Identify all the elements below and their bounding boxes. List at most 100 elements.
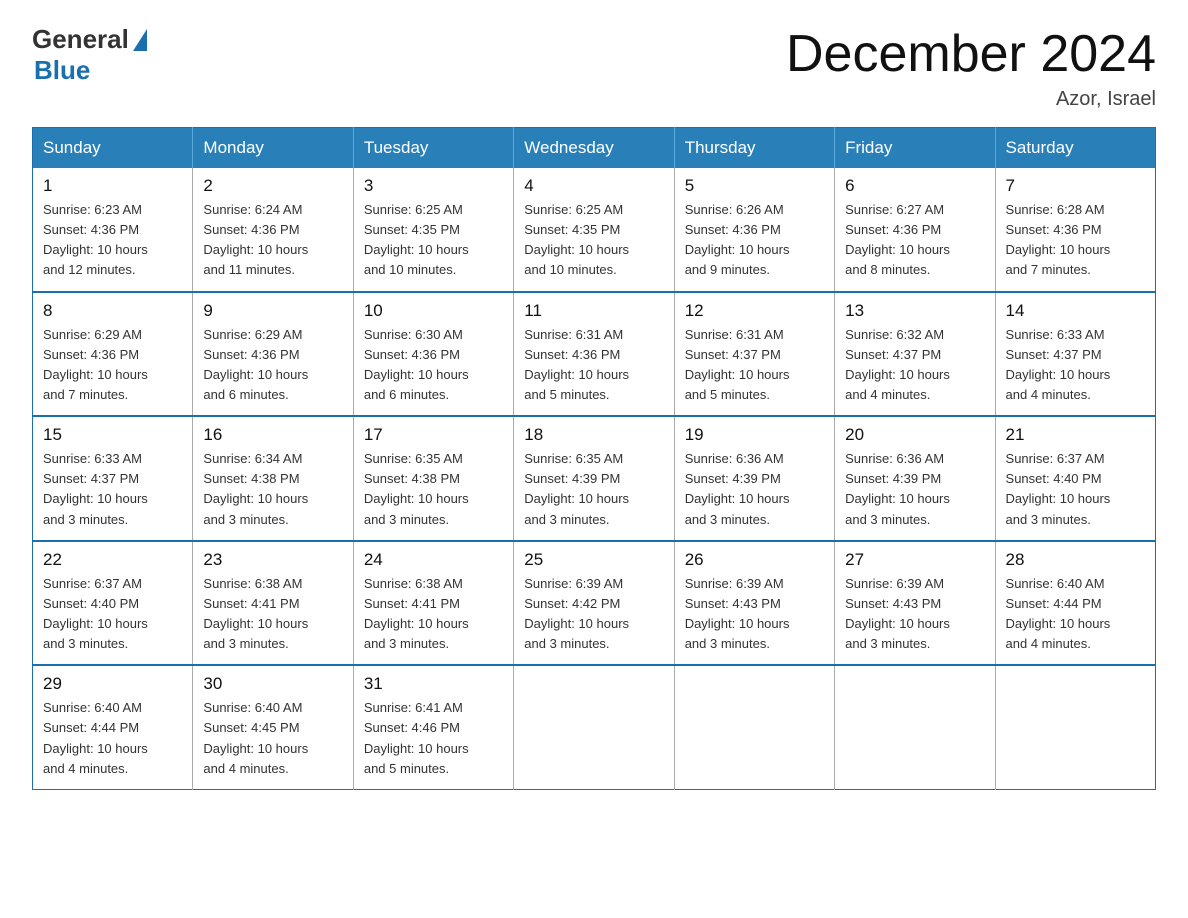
day-number: 16: [203, 425, 342, 445]
day-number: 1: [43, 176, 182, 196]
logo-text-general: General: [32, 24, 129, 55]
day-number: 26: [685, 550, 824, 570]
day-info: Sunrise: 6:32 AM Sunset: 4:37 PM Dayligh…: [845, 325, 984, 406]
day-info: Sunrise: 6:39 AM Sunset: 4:43 PM Dayligh…: [685, 574, 824, 655]
day-info: Sunrise: 6:25 AM Sunset: 4:35 PM Dayligh…: [364, 200, 503, 281]
column-header-wednesday: Wednesday: [514, 128, 674, 169]
column-header-saturday: Saturday: [995, 128, 1155, 169]
day-info: Sunrise: 6:38 AM Sunset: 4:41 PM Dayligh…: [203, 574, 342, 655]
day-number: 10: [364, 301, 503, 321]
location: Azor, Israel: [786, 88, 1156, 111]
calendar-cell: 10 Sunrise: 6:30 AM Sunset: 4:36 PM Dayl…: [353, 292, 513, 417]
day-number: 19: [685, 425, 824, 445]
calendar-cell: 15 Sunrise: 6:33 AM Sunset: 4:37 PM Dayl…: [33, 416, 193, 541]
calendar-week-row: 29 Sunrise: 6:40 AM Sunset: 4:44 PM Dayl…: [33, 665, 1156, 789]
day-number: 12: [685, 301, 824, 321]
calendar-cell: 20 Sunrise: 6:36 AM Sunset: 4:39 PM Dayl…: [835, 416, 995, 541]
calendar-week-row: 22 Sunrise: 6:37 AM Sunset: 4:40 PM Dayl…: [33, 541, 1156, 666]
day-number: 5: [685, 176, 824, 196]
day-number: 20: [845, 425, 984, 445]
calendar-week-row: 15 Sunrise: 6:33 AM Sunset: 4:37 PM Dayl…: [33, 416, 1156, 541]
calendar-cell: 17 Sunrise: 6:35 AM Sunset: 4:38 PM Dayl…: [353, 416, 513, 541]
column-header-sunday: Sunday: [33, 128, 193, 169]
day-number: 7: [1006, 176, 1145, 196]
day-number: 28: [1006, 550, 1145, 570]
day-info: Sunrise: 6:29 AM Sunset: 4:36 PM Dayligh…: [203, 325, 342, 406]
day-info: Sunrise: 6:33 AM Sunset: 4:37 PM Dayligh…: [1006, 325, 1145, 406]
day-number: 2: [203, 176, 342, 196]
day-number: 6: [845, 176, 984, 196]
calendar-cell: 2 Sunrise: 6:24 AM Sunset: 4:36 PM Dayli…: [193, 168, 353, 292]
calendar-cell: 11 Sunrise: 6:31 AM Sunset: 4:36 PM Dayl…: [514, 292, 674, 417]
calendar-cell: 25 Sunrise: 6:39 AM Sunset: 4:42 PM Dayl…: [514, 541, 674, 666]
calendar-week-row: 8 Sunrise: 6:29 AM Sunset: 4:36 PM Dayli…: [33, 292, 1156, 417]
calendar-cell: 9 Sunrise: 6:29 AM Sunset: 4:36 PM Dayli…: [193, 292, 353, 417]
day-info: Sunrise: 6:29 AM Sunset: 4:36 PM Dayligh…: [43, 325, 182, 406]
day-info: Sunrise: 6:25 AM Sunset: 4:35 PM Dayligh…: [524, 200, 663, 281]
day-info: Sunrise: 6:33 AM Sunset: 4:37 PM Dayligh…: [43, 449, 182, 530]
calendar-cell: 22 Sunrise: 6:37 AM Sunset: 4:40 PM Dayl…: [33, 541, 193, 666]
day-number: 17: [364, 425, 503, 445]
calendar-header-row: SundayMondayTuesdayWednesdayThursdayFrid…: [33, 128, 1156, 169]
logo: General Blue: [32, 24, 147, 86]
calendar-cell: [835, 665, 995, 789]
day-info: Sunrise: 6:39 AM Sunset: 4:43 PM Dayligh…: [845, 574, 984, 655]
month-title: December 2024: [786, 24, 1156, 84]
day-info: Sunrise: 6:26 AM Sunset: 4:36 PM Dayligh…: [685, 200, 824, 281]
day-number: 31: [364, 674, 503, 694]
calendar-cell: 3 Sunrise: 6:25 AM Sunset: 4:35 PM Dayli…: [353, 168, 513, 292]
calendar-cell: 21 Sunrise: 6:37 AM Sunset: 4:40 PM Dayl…: [995, 416, 1155, 541]
calendar-cell: 30 Sunrise: 6:40 AM Sunset: 4:45 PM Dayl…: [193, 665, 353, 789]
day-number: 9: [203, 301, 342, 321]
calendar-cell: 23 Sunrise: 6:38 AM Sunset: 4:41 PM Dayl…: [193, 541, 353, 666]
calendar-cell: 4 Sunrise: 6:25 AM Sunset: 4:35 PM Dayli…: [514, 168, 674, 292]
day-info: Sunrise: 6:31 AM Sunset: 4:36 PM Dayligh…: [524, 325, 663, 406]
day-info: Sunrise: 6:40 AM Sunset: 4:44 PM Dayligh…: [43, 698, 182, 779]
day-info: Sunrise: 6:41 AM Sunset: 4:46 PM Dayligh…: [364, 698, 503, 779]
day-info: Sunrise: 6:38 AM Sunset: 4:41 PM Dayligh…: [364, 574, 503, 655]
calendar-cell: [674, 665, 834, 789]
day-info: Sunrise: 6:35 AM Sunset: 4:38 PM Dayligh…: [364, 449, 503, 530]
day-info: Sunrise: 6:23 AM Sunset: 4:36 PM Dayligh…: [43, 200, 182, 281]
column-header-monday: Monday: [193, 128, 353, 169]
calendar-cell: 6 Sunrise: 6:27 AM Sunset: 4:36 PM Dayli…: [835, 168, 995, 292]
day-number: 29: [43, 674, 182, 694]
day-number: 8: [43, 301, 182, 321]
calendar-cell: 7 Sunrise: 6:28 AM Sunset: 4:36 PM Dayli…: [995, 168, 1155, 292]
day-info: Sunrise: 6:35 AM Sunset: 4:39 PM Dayligh…: [524, 449, 663, 530]
day-number: 13: [845, 301, 984, 321]
day-number: 22: [43, 550, 182, 570]
day-number: 21: [1006, 425, 1145, 445]
day-info: Sunrise: 6:39 AM Sunset: 4:42 PM Dayligh…: [524, 574, 663, 655]
calendar-week-row: 1 Sunrise: 6:23 AM Sunset: 4:36 PM Dayli…: [33, 168, 1156, 292]
column-header-thursday: Thursday: [674, 128, 834, 169]
day-info: Sunrise: 6:30 AM Sunset: 4:36 PM Dayligh…: [364, 325, 503, 406]
day-info: Sunrise: 6:37 AM Sunset: 4:40 PM Dayligh…: [1006, 449, 1145, 530]
day-info: Sunrise: 6:36 AM Sunset: 4:39 PM Dayligh…: [845, 449, 984, 530]
calendar-cell: 5 Sunrise: 6:26 AM Sunset: 4:36 PM Dayli…: [674, 168, 834, 292]
calendar-cell: 18 Sunrise: 6:35 AM Sunset: 4:39 PM Dayl…: [514, 416, 674, 541]
day-info: Sunrise: 6:28 AM Sunset: 4:36 PM Dayligh…: [1006, 200, 1145, 281]
calendar-cell: [514, 665, 674, 789]
logo-triangle-icon: [133, 29, 147, 51]
calendar-cell: 12 Sunrise: 6:31 AM Sunset: 4:37 PM Dayl…: [674, 292, 834, 417]
day-number: 23: [203, 550, 342, 570]
day-info: Sunrise: 6:27 AM Sunset: 4:36 PM Dayligh…: [845, 200, 984, 281]
calendar-cell: 27 Sunrise: 6:39 AM Sunset: 4:43 PM Dayl…: [835, 541, 995, 666]
day-number: 3: [364, 176, 503, 196]
day-number: 4: [524, 176, 663, 196]
title-area: December 2024 Azor, Israel: [786, 24, 1156, 111]
day-info: Sunrise: 6:37 AM Sunset: 4:40 PM Dayligh…: [43, 574, 182, 655]
day-info: Sunrise: 6:24 AM Sunset: 4:36 PM Dayligh…: [203, 200, 342, 281]
calendar-cell: 1 Sunrise: 6:23 AM Sunset: 4:36 PM Dayli…: [33, 168, 193, 292]
day-number: 27: [845, 550, 984, 570]
day-number: 18: [524, 425, 663, 445]
day-info: Sunrise: 6:31 AM Sunset: 4:37 PM Dayligh…: [685, 325, 824, 406]
day-info: Sunrise: 6:36 AM Sunset: 4:39 PM Dayligh…: [685, 449, 824, 530]
day-number: 25: [524, 550, 663, 570]
calendar-cell: 14 Sunrise: 6:33 AM Sunset: 4:37 PM Dayl…: [995, 292, 1155, 417]
day-info: Sunrise: 6:40 AM Sunset: 4:44 PM Dayligh…: [1006, 574, 1145, 655]
column-header-friday: Friday: [835, 128, 995, 169]
calendar-cell: 24 Sunrise: 6:38 AM Sunset: 4:41 PM Dayl…: [353, 541, 513, 666]
calendar-cell: 19 Sunrise: 6:36 AM Sunset: 4:39 PM Dayl…: [674, 416, 834, 541]
